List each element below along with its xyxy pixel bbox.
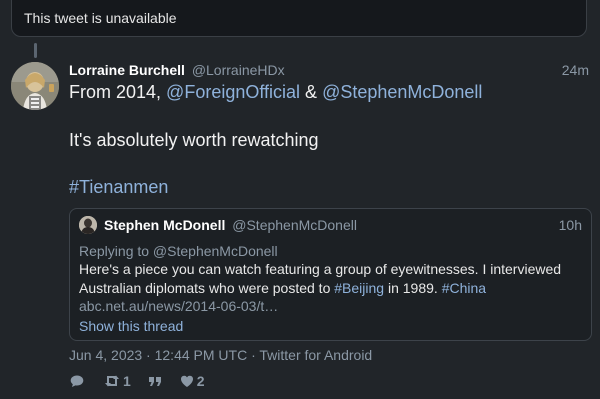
heart-icon bbox=[179, 373, 195, 389]
retweet-count: 1 bbox=[123, 373, 131, 389]
quoted-tweet[interactable]: Stephen McDonell @StephenMcDonell 10h Re… bbox=[69, 208, 592, 341]
unavailable-notice: This tweet is unavailable bbox=[24, 10, 177, 26]
quoted-avatar[interactable] bbox=[79, 216, 97, 234]
show-thread-link[interactable]: Show this thread bbox=[79, 318, 183, 334]
quoted-time[interactable]: 10h bbox=[559, 217, 582, 233]
quoted-url[interactable]: abc.net.au/news/2014-06-03/t… bbox=[79, 297, 584, 315]
like-button[interactable]: 2 bbox=[179, 373, 205, 389]
author-handle[interactable]: @LorraineHDx bbox=[192, 62, 285, 78]
reply-button[interactable] bbox=[69, 373, 85, 389]
tweet-text-line1: From 2014, @ForeignOfficial & @StephenMc… bbox=[69, 82, 482, 103]
quoted-text-part2: in 1989. bbox=[384, 279, 442, 296]
thread-connector-line bbox=[34, 43, 37, 58]
hashtag-link[interactable]: #Tienanmen bbox=[69, 177, 168, 197]
tweet-time[interactable]: 24m bbox=[562, 62, 589, 78]
quoted-body: Replying to @StephenMcDonell Here's a pi… bbox=[79, 242, 584, 316]
quoted-author-handle[interactable]: @StephenMcDonell bbox=[232, 217, 357, 233]
quoted-author-name[interactable]: Stephen McDonell bbox=[104, 217, 225, 233]
author-name[interactable]: Lorraine Burchell bbox=[69, 62, 185, 78]
quoted-text: Here's a piece you can watch featuring a… bbox=[79, 260, 584, 297]
quoted-header: Stephen McDonell @StephenMcDonell bbox=[104, 217, 357, 233]
retweet-button[interactable]: 1 bbox=[103, 373, 131, 389]
comment-icon bbox=[69, 373, 85, 389]
like-count: 2 bbox=[196, 373, 205, 389]
mention-link[interactable]: @StephenMcDonell bbox=[322, 82, 482, 102]
mention-link[interactable]: @ForeignOfficial bbox=[166, 82, 300, 102]
quote-button[interactable] bbox=[147, 373, 163, 389]
quote-icon bbox=[147, 373, 163, 389]
tweet-meta[interactable]: Jun 4, 2023 · 12:44 PM UTC · Twitter for… bbox=[69, 347, 372, 363]
avatar[interactable] bbox=[11, 62, 59, 110]
tweet-header: Lorraine Burchell @LorraineHDx bbox=[69, 62, 285, 78]
quoted-text-part1: Here's a piece you can watch featuring a… bbox=[79, 261, 562, 296]
unavailable-tweet-box: This tweet is unavailable bbox=[11, 0, 587, 37]
tweet-text-line2: It's absolutely worth rewatching bbox=[69, 130, 319, 150]
tweet-text-prefix: From 2014, bbox=[69, 82, 167, 102]
retweet-icon bbox=[103, 373, 121, 389]
tweet-hashtag: #Tienanmen bbox=[69, 177, 168, 198]
tweet-actions: 1 2 bbox=[69, 372, 215, 390]
hashtag-link[interactable]: #China bbox=[442, 280, 486, 296]
tweet-text-and: & bbox=[300, 82, 323, 102]
replying-to: Replying to @StephenMcDonell bbox=[79, 243, 278, 259]
hashtag-link[interactable]: #Beijing bbox=[334, 280, 384, 296]
